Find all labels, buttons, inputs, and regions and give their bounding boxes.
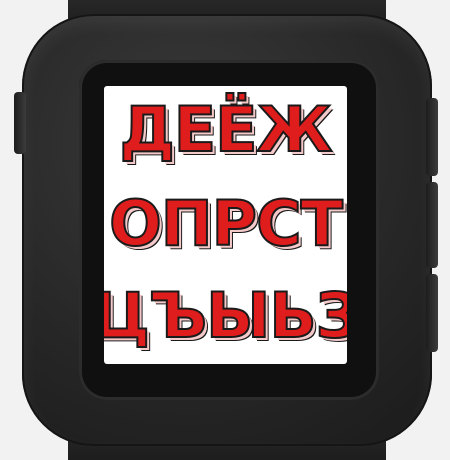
watch-screen[interactable]: ДЕЁЖ ОПРСТ ЦЪЫЬЗ (104, 86, 347, 364)
glyph-row-3: ЦЪЫЬЗ (104, 274, 347, 358)
glyph-row-3-text: ЦЪЫЬЗ (104, 279, 347, 352)
select-button[interactable] (426, 182, 438, 268)
up-button[interactable] (426, 98, 438, 176)
glyph-row-1-text: ДЕЁЖ (119, 93, 334, 166)
down-button[interactable] (426, 274, 438, 352)
back-button[interactable] (14, 92, 26, 154)
glyph-row-2-text: ОПРСТ (108, 187, 344, 260)
glyph-row-1: ДЕЁЖ (104, 88, 347, 172)
glyph-row-2: ОПРСТ (104, 182, 347, 266)
